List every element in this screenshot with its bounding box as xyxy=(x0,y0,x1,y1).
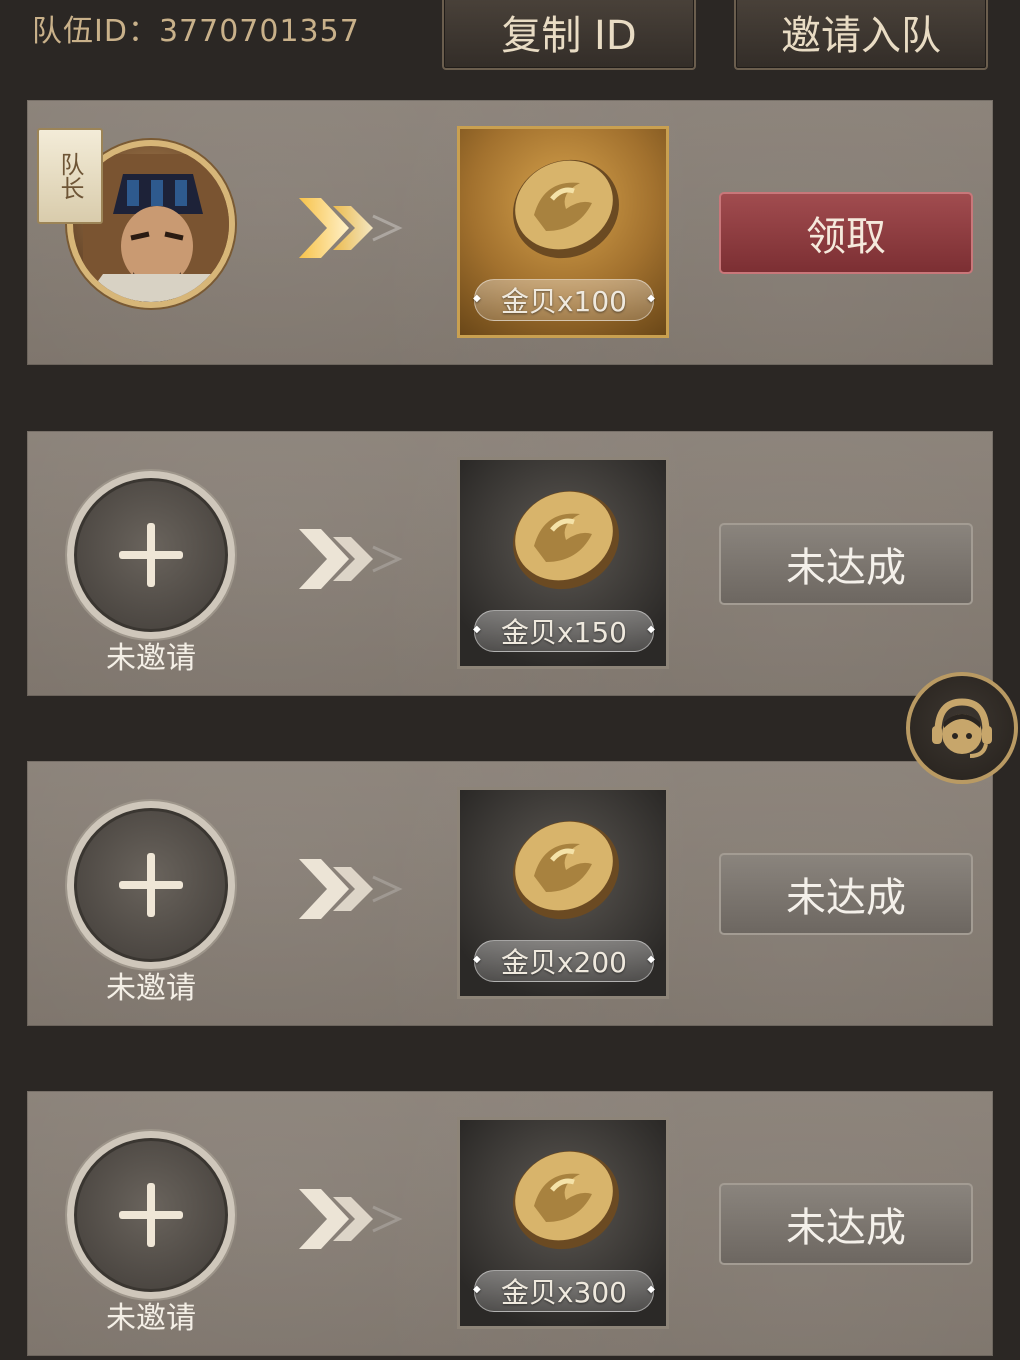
reward-item[interactable]: 金贝x300 xyxy=(457,1117,669,1329)
claim-button[interactable]: 领取 xyxy=(719,192,973,274)
invite-slot[interactable] xyxy=(67,471,235,639)
reward-amount: 金贝x200 xyxy=(473,940,655,982)
leader-badge: 队长 xyxy=(37,128,103,224)
gold-shell-coin-icon xyxy=(513,820,619,920)
not-achieved-button[interactable]: 未达成 xyxy=(719,853,973,935)
gold-shell-coin-icon xyxy=(513,490,619,590)
reward-amount: 金贝x100 xyxy=(473,279,655,321)
slot-status: 未邀请 xyxy=(106,971,196,1006)
copy-id-button[interactable]: 复制 ID xyxy=(442,0,696,70)
reward-item[interactable]: 金贝x150 xyxy=(457,457,669,669)
double-chevron-icon xyxy=(299,1189,403,1249)
plus-icon xyxy=(119,853,183,917)
gold-shell-coin-icon xyxy=(513,159,619,259)
team-reward-panel: 队伍ID：3770701357 复制 ID 邀请入队 队长 ◆ 金贝x100 ◆… xyxy=(0,0,1020,1360)
reward-row-member: 未邀请 金贝x200 未达成 xyxy=(27,761,993,1026)
reward-row-member: 未邀请 金贝x300 未达成 xyxy=(27,1091,993,1356)
slot-status: 未邀请 xyxy=(106,1301,196,1336)
reward-row-member: 未邀请 金贝x150 未达成 xyxy=(27,431,993,696)
reward-amount: 金贝x150 xyxy=(473,610,655,652)
double-chevron-icon xyxy=(299,198,403,258)
not-achieved-button[interactable]: 未达成 xyxy=(719,1183,973,1265)
gold-shell-coin-icon xyxy=(513,1150,619,1250)
invite-to-team-button[interactable]: 邀请入队 xyxy=(734,0,988,70)
leader-portrait-icon xyxy=(83,154,229,302)
reward-item[interactable]: 金贝x100 xyxy=(457,126,669,338)
plus-icon xyxy=(119,1183,183,1247)
invite-slot[interactable] xyxy=(67,1131,235,1299)
customer-service-button[interactable] xyxy=(906,672,1018,784)
not-achieved-button[interactable]: 未达成 xyxy=(719,523,973,605)
reward-amount: 金贝x300 xyxy=(473,1270,655,1312)
team-id-label: 队伍ID：3770701357 xyxy=(32,14,360,49)
reward-item[interactable]: 金贝x200 xyxy=(457,787,669,999)
reward-row-leader: 队长 金贝x100 领取 xyxy=(27,100,993,365)
plus-icon xyxy=(119,523,183,587)
slot-status: 未邀请 xyxy=(106,641,196,676)
customer-service-icon xyxy=(932,698,992,758)
double-chevron-icon xyxy=(299,529,403,589)
double-chevron-icon xyxy=(299,859,403,919)
leader-badge-text: 队长 xyxy=(56,152,84,200)
invite-slot[interactable] xyxy=(67,801,235,969)
